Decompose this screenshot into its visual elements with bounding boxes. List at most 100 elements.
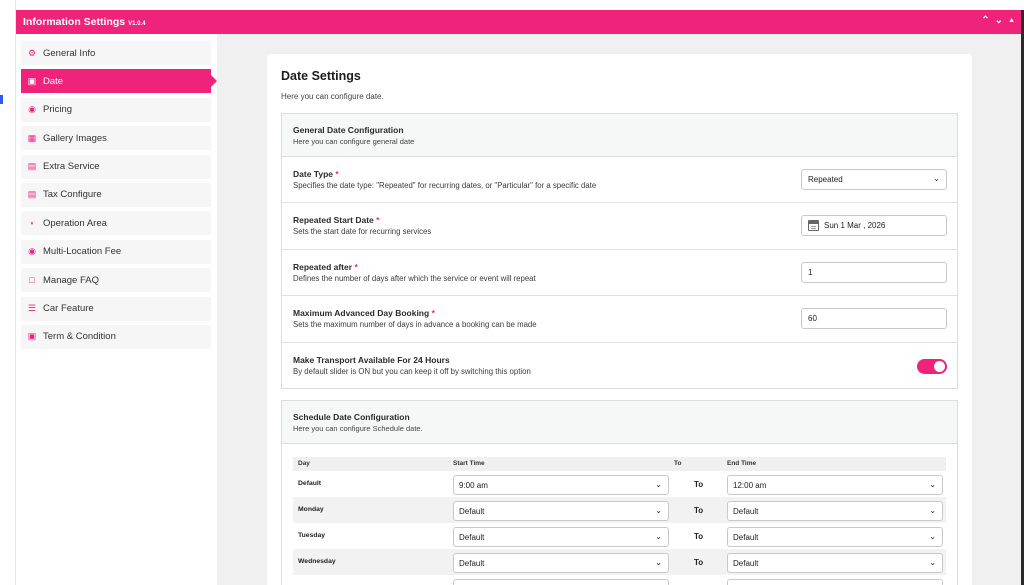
- start-time-select[interactable]: 9:00 am ⌄: [453, 475, 669, 495]
- sidebar-item-label: Operation Area: [43, 217, 107, 229]
- start-time-select[interactable]: [453, 579, 669, 585]
- document-icon: ▣: [27, 331, 37, 342]
- table-row: Monday Default ⌄ To Default ⌄: [293, 497, 946, 523]
- desktop-marker: [0, 95, 3, 104]
- date-type-row: Date Type * Specifies the date type: "Re…: [282, 157, 957, 204]
- schedule-table: Day Start Time To End Time Default 9:00 …: [293, 457, 946, 585]
- sidebar-nav: ⚙ General Info ▣ Date ◉ Pricing ▦ Galler…: [21, 41, 217, 353]
- repeated-after-input[interactable]: 1: [801, 261, 947, 283]
- page-subtitle: Here you can configure date.: [281, 92, 384, 101]
- settings-window: Information Settings V1.0.4 ⌃ ⌄ ▲ ⚙ Gene…: [16, 10, 1021, 585]
- input-value: 1: [808, 267, 813, 277]
- window-title: Information Settings: [23, 16, 126, 28]
- title-bar-controls: ⌃ ⌄ ▲: [981, 16, 1015, 26]
- end-time-select[interactable]: [727, 579, 943, 585]
- start-time-select[interactable]: Default ⌄: [453, 527, 669, 547]
- end-time-select[interactable]: Default ⌄: [727, 553, 943, 573]
- page-title: Date Settings: [281, 69, 361, 83]
- chevron-down-icon[interactable]: ⌄: [995, 16, 1003, 26]
- sidebar-item-label: Date: [43, 75, 64, 87]
- calendar-icon: ▣: [27, 75, 37, 86]
- to-label: To: [694, 506, 704, 515]
- top-desktop-strip: [0, 0, 1024, 10]
- car-icon: ◉: [28, 246, 36, 257]
- toggle-knob: [934, 360, 945, 372]
- max-advance-input[interactable]: 60: [801, 308, 947, 330]
- sidebar: ⚙ General Info ▣ Date ◉ Pricing ▦ Galler…: [16, 34, 217, 585]
- end-time-select[interactable]: Default ⌄: [727, 527, 943, 547]
- chevron-down-icon: ⌄: [933, 174, 940, 183]
- chevron-up-icon[interactable]: ⌃: [981, 16, 989, 26]
- sidebar-item-date[interactable]: ▣ Date: [21, 69, 217, 94]
- sidebar-item-label: Multi-Location Fee: [43, 246, 122, 258]
- version-label: V1.0.4: [128, 20, 146, 27]
- table-row: Tuesday Default ⌄ To Default ⌄: [293, 523, 946, 549]
- table-header: Day Start Time To End Time: [293, 457, 946, 471]
- coins-icon: ◉: [28, 104, 36, 115]
- field-label: Make Transport Available For 24 Hours: [293, 354, 450, 365]
- start-time-select[interactable]: Default ⌄: [453, 501, 669, 521]
- sidebar-item-label: General Info: [43, 47, 96, 59]
- chevron-down-icon: ⌄: [929, 480, 936, 489]
- sidebar-item-label: Term & Condition: [43, 331, 116, 343]
- sidebar-item-gallery-images[interactable]: ▦ Gallery Images: [21, 126, 211, 151]
- column-header-end: End Time: [727, 460, 757, 467]
- day-label: Default: [298, 480, 322, 487]
- end-time-select[interactable]: Default ⌄: [727, 501, 943, 521]
- section-heading: Schedule Date Configuration: [293, 412, 410, 422]
- section-heading: General Date Configuration: [293, 125, 404, 135]
- sidebar-item-pricing[interactable]: ◉ Pricing: [21, 97, 211, 122]
- section-header: General Date Configuration Here you can …: [282, 114, 957, 157]
- max-advance-row: Maximum Advanced Day Booking * Sets the …: [282, 296, 957, 343]
- caret-up-icon[interactable]: ▲: [1008, 16, 1015, 26]
- input-value: 60: [808, 314, 817, 324]
- column-header-to: To: [674, 460, 682, 467]
- date-settings-panel: Date Settings Here you can configure dat…: [267, 54, 972, 585]
- available-24h-row: Make Transport Available For 24 Hours By…: [282, 343, 957, 389]
- table-row: Wednesday Default ⌄ To Default ⌄: [293, 549, 946, 575]
- repeated-after-row: Repeated after * Defines the number of d…: [282, 250, 957, 297]
- sidebar-item-extra-service[interactable]: ▤ Extra Service: [21, 154, 211, 179]
- receipt-icon: ▤: [27, 189, 37, 200]
- chevron-down-icon: ⌄: [655, 558, 662, 567]
- end-time-select[interactable]: 12:00 am ⌄: [727, 475, 943, 495]
- start-date-picker[interactable]: Sun 1 Mar , 2026: [801, 215, 947, 237]
- sidebar-item-car-feature[interactable]: ☰ Car Feature: [21, 296, 211, 321]
- section-header: Schedule Date Configuration Here you can…: [282, 401, 957, 444]
- chevron-down-icon: ⌄: [655, 532, 662, 541]
- location-icon: ⋆: [29, 217, 35, 228]
- day-label: Wednesday: [298, 558, 336, 565]
- start-time-select[interactable]: Default ⌄: [453, 553, 669, 573]
- to-label: To: [694, 558, 704, 567]
- schedule-date-section: Schedule Date Configuration Here you can…: [281, 400, 958, 585]
- sidebar-item-multi-location-fee[interactable]: ◉ Multi-Location Fee: [21, 239, 211, 264]
- sidebar-item-operation-area[interactable]: ⋆ Operation Area: [21, 211, 211, 236]
- left-desktop-strip: [0, 0, 16, 585]
- briefcase-icon: ▤: [27, 161, 37, 172]
- start-date-row: Repeated Start Date * Sets the start dat…: [282, 203, 957, 250]
- sidebar-item-tax-configure[interactable]: ▤ Tax Configure: [21, 182, 211, 207]
- sidebar-item-manage-faq[interactable]: □ Manage FAQ: [21, 268, 211, 293]
- date-type-select[interactable]: Repeated ⌄: [801, 169, 947, 190]
- chevron-down-icon: ⌄: [655, 480, 662, 489]
- column-header-day: Day: [298, 460, 310, 467]
- sidebar-item-label: Manage FAQ: [43, 274, 99, 286]
- chevron-down-icon: ⌄: [929, 506, 936, 515]
- chevron-down-icon: ⌄: [929, 558, 936, 567]
- title-bar: Information Settings V1.0.4 ⌃ ⌄ ▲: [16, 10, 1021, 34]
- faq-icon: □: [29, 275, 35, 286]
- table-row-partial: [293, 575, 946, 585]
- sidebar-item-term-condition[interactable]: ▣ Term & Condition: [21, 324, 211, 349]
- sidebar-item-label: Pricing: [43, 104, 73, 116]
- column-header-start: Start Time: [453, 460, 485, 467]
- available-24h-toggle[interactable]: [917, 358, 947, 374]
- table-row: Default 9:00 am ⌄ To 12:00 am ⌄: [293, 471, 946, 497]
- chevron-down-icon: ⌄: [655, 506, 662, 515]
- date-value: Sun 1 Mar , 2026: [824, 221, 886, 231]
- sidebar-item-label: Car Feature: [43, 303, 94, 315]
- sidebar-item-general-info[interactable]: ⚙ General Info: [21, 41, 211, 65]
- day-label: Tuesday: [298, 532, 326, 539]
- calendar-icon: [808, 220, 819, 232]
- gear-icon: ⚙: [27, 47, 37, 58]
- sidebar-item-label: Extra Service: [43, 161, 100, 173]
